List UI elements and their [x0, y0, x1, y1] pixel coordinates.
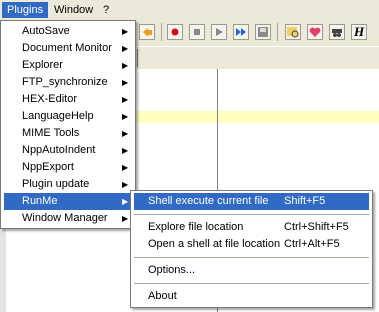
submenu-arrow-icon: ▶ [122, 214, 129, 223]
toolbar: H [137, 20, 379, 44]
menu-item-plugin-update[interactable]: Plugin update ▶ [4, 176, 132, 193]
menu-plugins[interactable]: Plugins [2, 2, 49, 18]
menu-item-label: Shell execute current file [148, 195, 269, 207]
favorite-icon[interactable] [307, 24, 323, 40]
menu-item-label: FTP_synchronize [22, 76, 108, 88]
menu-item-label: NppExport [22, 161, 74, 173]
submenu-arrow-icon: ▶ [122, 27, 129, 36]
undo-icon[interactable] [139, 24, 155, 40]
menu-item-label: Window Manager [22, 212, 108, 224]
submenu-arrow-icon: ▶ [122, 78, 129, 87]
toolbar-separator [277, 23, 278, 41]
submenu-arrow-icon: ▶ [122, 146, 129, 155]
menu-item-label: MIME Tools [22, 127, 80, 139]
save-macro-icon[interactable] [255, 24, 271, 40]
menu-item-ftp-synchronize[interactable]: FTP_synchronize ▶ [4, 74, 132, 91]
stop-record-icon[interactable] [189, 24, 205, 40]
menu-help[interactable]: ? [98, 2, 114, 18]
runme-submenu: Shell execute current file Shift+F5 Expl… [130, 190, 373, 308]
plugins-menu: AutoSave ▶ Document Monitor ▶ Explorer ▶… [0, 20, 136, 229]
menu-item-explore-file-location[interactable]: Explore file location Ctrl+Shift+F5 [134, 219, 369, 236]
menu-item-shortcut: Ctrl+Alt+F5 [284, 238, 340, 250]
menu-bar: Plugins Window ? [0, 0, 379, 20]
menu-separator [134, 257, 369, 258]
submenu-arrow-icon: ▶ [122, 112, 129, 121]
menu-item-label: Explore file location [148, 221, 244, 233]
menu-item-open-shell[interactable]: Open a shell at file location Ctrl+Alt+F… [134, 236, 369, 253]
record-macro-icon[interactable] [167, 24, 183, 40]
menu-item-document-monitor[interactable]: Document Monitor ▶ [4, 40, 132, 57]
menu-window[interactable]: Window [49, 2, 98, 18]
submenu-arrow-icon: ▶ [122, 44, 129, 53]
incognito-icon[interactable] [329, 24, 345, 40]
play-macro-icon[interactable] [211, 24, 227, 40]
menu-item-label: About [148, 290, 177, 302]
menu-item-shortcut: Ctrl+Shift+F5 [284, 221, 349, 233]
submenu-arrow-icon: ▶ [122, 61, 129, 70]
menu-item-window-manager[interactable]: Window Manager ▶ [4, 210, 132, 227]
menu-item-about[interactable]: About [134, 288, 369, 305]
menu-item-label: Open a shell at file location [148, 238, 281, 250]
menu-item-label: Plugin update [22, 178, 90, 190]
menu-item-label: LanguageHelp [22, 110, 94, 122]
toolbar-separator [161, 23, 162, 41]
toolbar-divider [137, 49, 138, 67]
menu-item-runme[interactable]: RunMe ▶ [4, 193, 132, 210]
syntax-icon[interactable]: H [351, 24, 367, 40]
toolbar-row-2 [137, 46, 379, 69]
menu-item-label: Explorer [22, 59, 63, 71]
menu-item-label: AutoSave [22, 25, 70, 37]
submenu-arrow-icon: ▶ [122, 95, 129, 104]
menu-item-label: Document Monitor [22, 42, 112, 54]
menu-item-hex-editor[interactable]: HEX-Editor ▶ [4, 91, 132, 108]
menu-item-mime-tools[interactable]: MIME Tools ▶ [4, 125, 132, 142]
submenu-arrow-icon: ▶ [122, 129, 129, 138]
menu-item-nppexport[interactable]: NppExport ▶ [4, 159, 132, 176]
menu-item-label: RunMe [22, 195, 58, 207]
find-icon[interactable] [285, 24, 301, 40]
menu-item-nppautoindent[interactable]: NppAutoIndent ▶ [4, 142, 132, 159]
menu-item-shell-execute[interactable]: Shell execute current file Shift+F5 [134, 193, 369, 210]
submenu-arrow-icon: ▶ [122, 197, 129, 206]
submenu-arrow-icon: ▶ [122, 163, 129, 172]
menu-separator [134, 283, 369, 284]
menu-separator [134, 214, 369, 215]
menu-item-label: NppAutoIndent [22, 144, 96, 156]
menu-item-autosave[interactable]: AutoSave ▶ [4, 23, 132, 40]
menu-item-options[interactable]: Options... [134, 262, 369, 279]
menu-item-explorer[interactable]: Explorer ▶ [4, 57, 132, 74]
submenu-arrow-icon: ▶ [122, 180, 129, 189]
menu-item-shortcut: Shift+F5 [284, 195, 326, 207]
menu-item-languagehelp[interactable]: LanguageHelp ▶ [4, 108, 132, 125]
run-macro-multiple-icon[interactable] [233, 24, 249, 40]
menu-item-label: HEX-Editor [22, 93, 78, 105]
menu-item-label: Options... [148, 264, 196, 276]
